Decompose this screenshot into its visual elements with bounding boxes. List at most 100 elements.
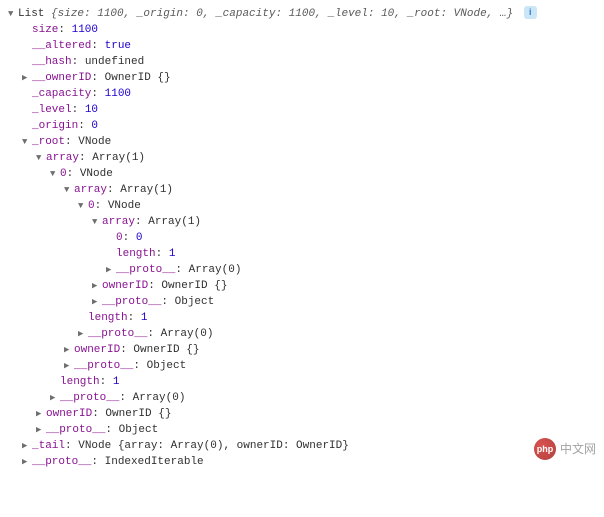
expand-arrow-icon[interactable]: ▶ [22,454,32,470]
property-proto[interactable]: ▶__proto__: Object [8,422,596,438]
expand-arrow-icon[interactable]: ▶ [106,262,116,278]
property-key: 0 [60,168,67,180]
object-type: List [18,8,44,20]
property-value: Array(0) [133,392,186,404]
expand-arrow-icon[interactable]: ▶ [64,342,74,358]
property-key: _origin [32,120,78,132]
property-ownerid[interactable]: ▶ownerID: OwnerID {} [8,406,596,422]
expand-arrow-icon[interactable]: ▼ [92,214,102,230]
property-value: true [105,40,131,52]
property-value: 1100 [72,24,98,36]
property-key: ownerID [102,280,148,292]
property-key: length [88,312,128,324]
property-key: 0 [116,232,123,244]
watermark: php 中文网 [534,438,596,460]
expand-arrow-icon[interactable]: ▶ [92,278,102,294]
property-key: array [46,152,79,164]
property-hash[interactable]: __hash: undefined [8,54,596,70]
property-key: __proto__ [116,264,175,276]
property-value: 1 [141,312,148,324]
expand-arrow-icon[interactable]: ▼ [64,182,74,198]
expand-arrow-icon[interactable]: ▶ [22,70,32,86]
property-value: VNode {array: Array(0), ownerID: OwnerID… [78,440,349,452]
property-key: _capacity [32,88,91,100]
property-ownerid[interactable]: ▶__ownerID: OwnerID {} [8,70,596,86]
property-value: 0 [91,120,98,132]
expand-arrow-icon[interactable]: ▶ [92,294,102,310]
property-value: OwnerID {} [161,280,227,292]
property-key: size [32,24,58,36]
property-length[interactable]: length: 1 [8,374,596,390]
property-array[interactable]: ▼array: Array(1) [8,182,596,198]
expand-arrow-icon[interactable]: ▼ [8,6,18,22]
property-value: Array(1) [148,216,201,228]
expand-arrow-icon[interactable]: ▼ [78,198,88,214]
property-key: __proto__ [88,328,147,340]
property-value: 1 [113,376,120,388]
expand-arrow-icon[interactable]: ▼ [22,134,32,150]
array-index-0[interactable]: ▼0: VNode [8,198,596,214]
property-array[interactable]: ▼array: Array(1) [8,150,596,166]
property-proto[interactable]: ▶__proto__: Object [8,358,596,374]
property-key: __proto__ [102,296,161,308]
array-index-0[interactable]: 0: 0 [8,230,596,246]
property-key: 0 [88,200,95,212]
property-key: __proto__ [74,360,133,372]
expand-arrow-icon[interactable]: ▶ [50,390,60,406]
property-root[interactable]: ▼_root: VNode [8,134,596,150]
property-value: OwnerID {} [105,408,171,420]
property-key: __proto__ [60,392,119,404]
property-length[interactable]: length: 1 [8,246,596,262]
info-badge-icon[interactable]: i [524,6,537,19]
property-key: _root [32,136,65,148]
tree-root[interactable]: ▼List {size: 1100, _origin: 0, _capacity… [8,6,596,22]
expand-arrow-icon[interactable]: ▶ [64,358,74,374]
property-key: _tail [32,440,65,452]
watermark-logo-icon: php [534,438,556,460]
property-value: IndexedIterable [105,456,204,468]
watermark-text: 中文网 [560,441,596,457]
property-value: Object [119,424,159,436]
property-capacity[interactable]: _capacity: 1100 [8,86,596,102]
property-tail[interactable]: ▶_tail: VNode {array: Array(0), ownerID:… [8,438,596,454]
expand-arrow-icon[interactable]: ▶ [36,406,46,422]
property-size[interactable]: size: 1100 [8,22,596,38]
property-length[interactable]: length: 1 [8,310,596,326]
expand-arrow-icon[interactable]: ▼ [36,150,46,166]
property-proto[interactable]: ▶__proto__: Array(0) [8,326,596,342]
property-value: OwnerID {} [133,344,199,356]
property-value: VNode [108,200,141,212]
property-value: Array(1) [92,152,145,164]
property-level[interactable]: _level: 10 [8,102,596,118]
property-key: array [74,184,107,196]
property-proto[interactable]: ▶__proto__: IndexedIterable [8,454,596,470]
property-key: __proto__ [32,456,91,468]
property-value: Array(1) [120,184,173,196]
property-key: length [116,248,156,260]
property-key: array [102,216,135,228]
property-value: 0 [136,232,143,244]
expand-arrow-icon[interactable]: ▼ [50,166,60,182]
property-ownerid[interactable]: ▶ownerID: OwnerID {} [8,278,596,294]
expand-arrow-icon[interactable]: ▶ [36,422,46,438]
property-altered[interactable]: __altered: true [8,38,596,54]
property-array[interactable]: ▼array: Array(1) [8,214,596,230]
property-proto[interactable]: ▶__proto__: Array(0) [8,390,596,406]
property-proto[interactable]: ▶__proto__: Array(0) [8,262,596,278]
property-value: 1100 [105,88,131,100]
property-value: VNode [78,136,111,148]
property-value: Array(0) [189,264,242,276]
property-ownerid[interactable]: ▶ownerID: OwnerID {} [8,342,596,358]
expand-arrow-icon[interactable]: ▶ [22,438,32,454]
expand-arrow-icon[interactable]: ▶ [78,326,88,342]
property-key: __altered [32,40,91,52]
array-index-0[interactable]: ▼0: VNode [8,166,596,182]
property-proto[interactable]: ▶__proto__: Object [8,294,596,310]
property-key: ownerID [74,344,120,356]
property-key: _level [32,104,72,116]
property-value: 10 [85,104,98,116]
property-value: Array(0) [161,328,214,340]
property-value: 1 [169,248,176,260]
property-origin[interactable]: _origin: 0 [8,118,596,134]
object-summary: {size: 1100, _origin: 0, _capacity: 1100… [51,8,513,20]
